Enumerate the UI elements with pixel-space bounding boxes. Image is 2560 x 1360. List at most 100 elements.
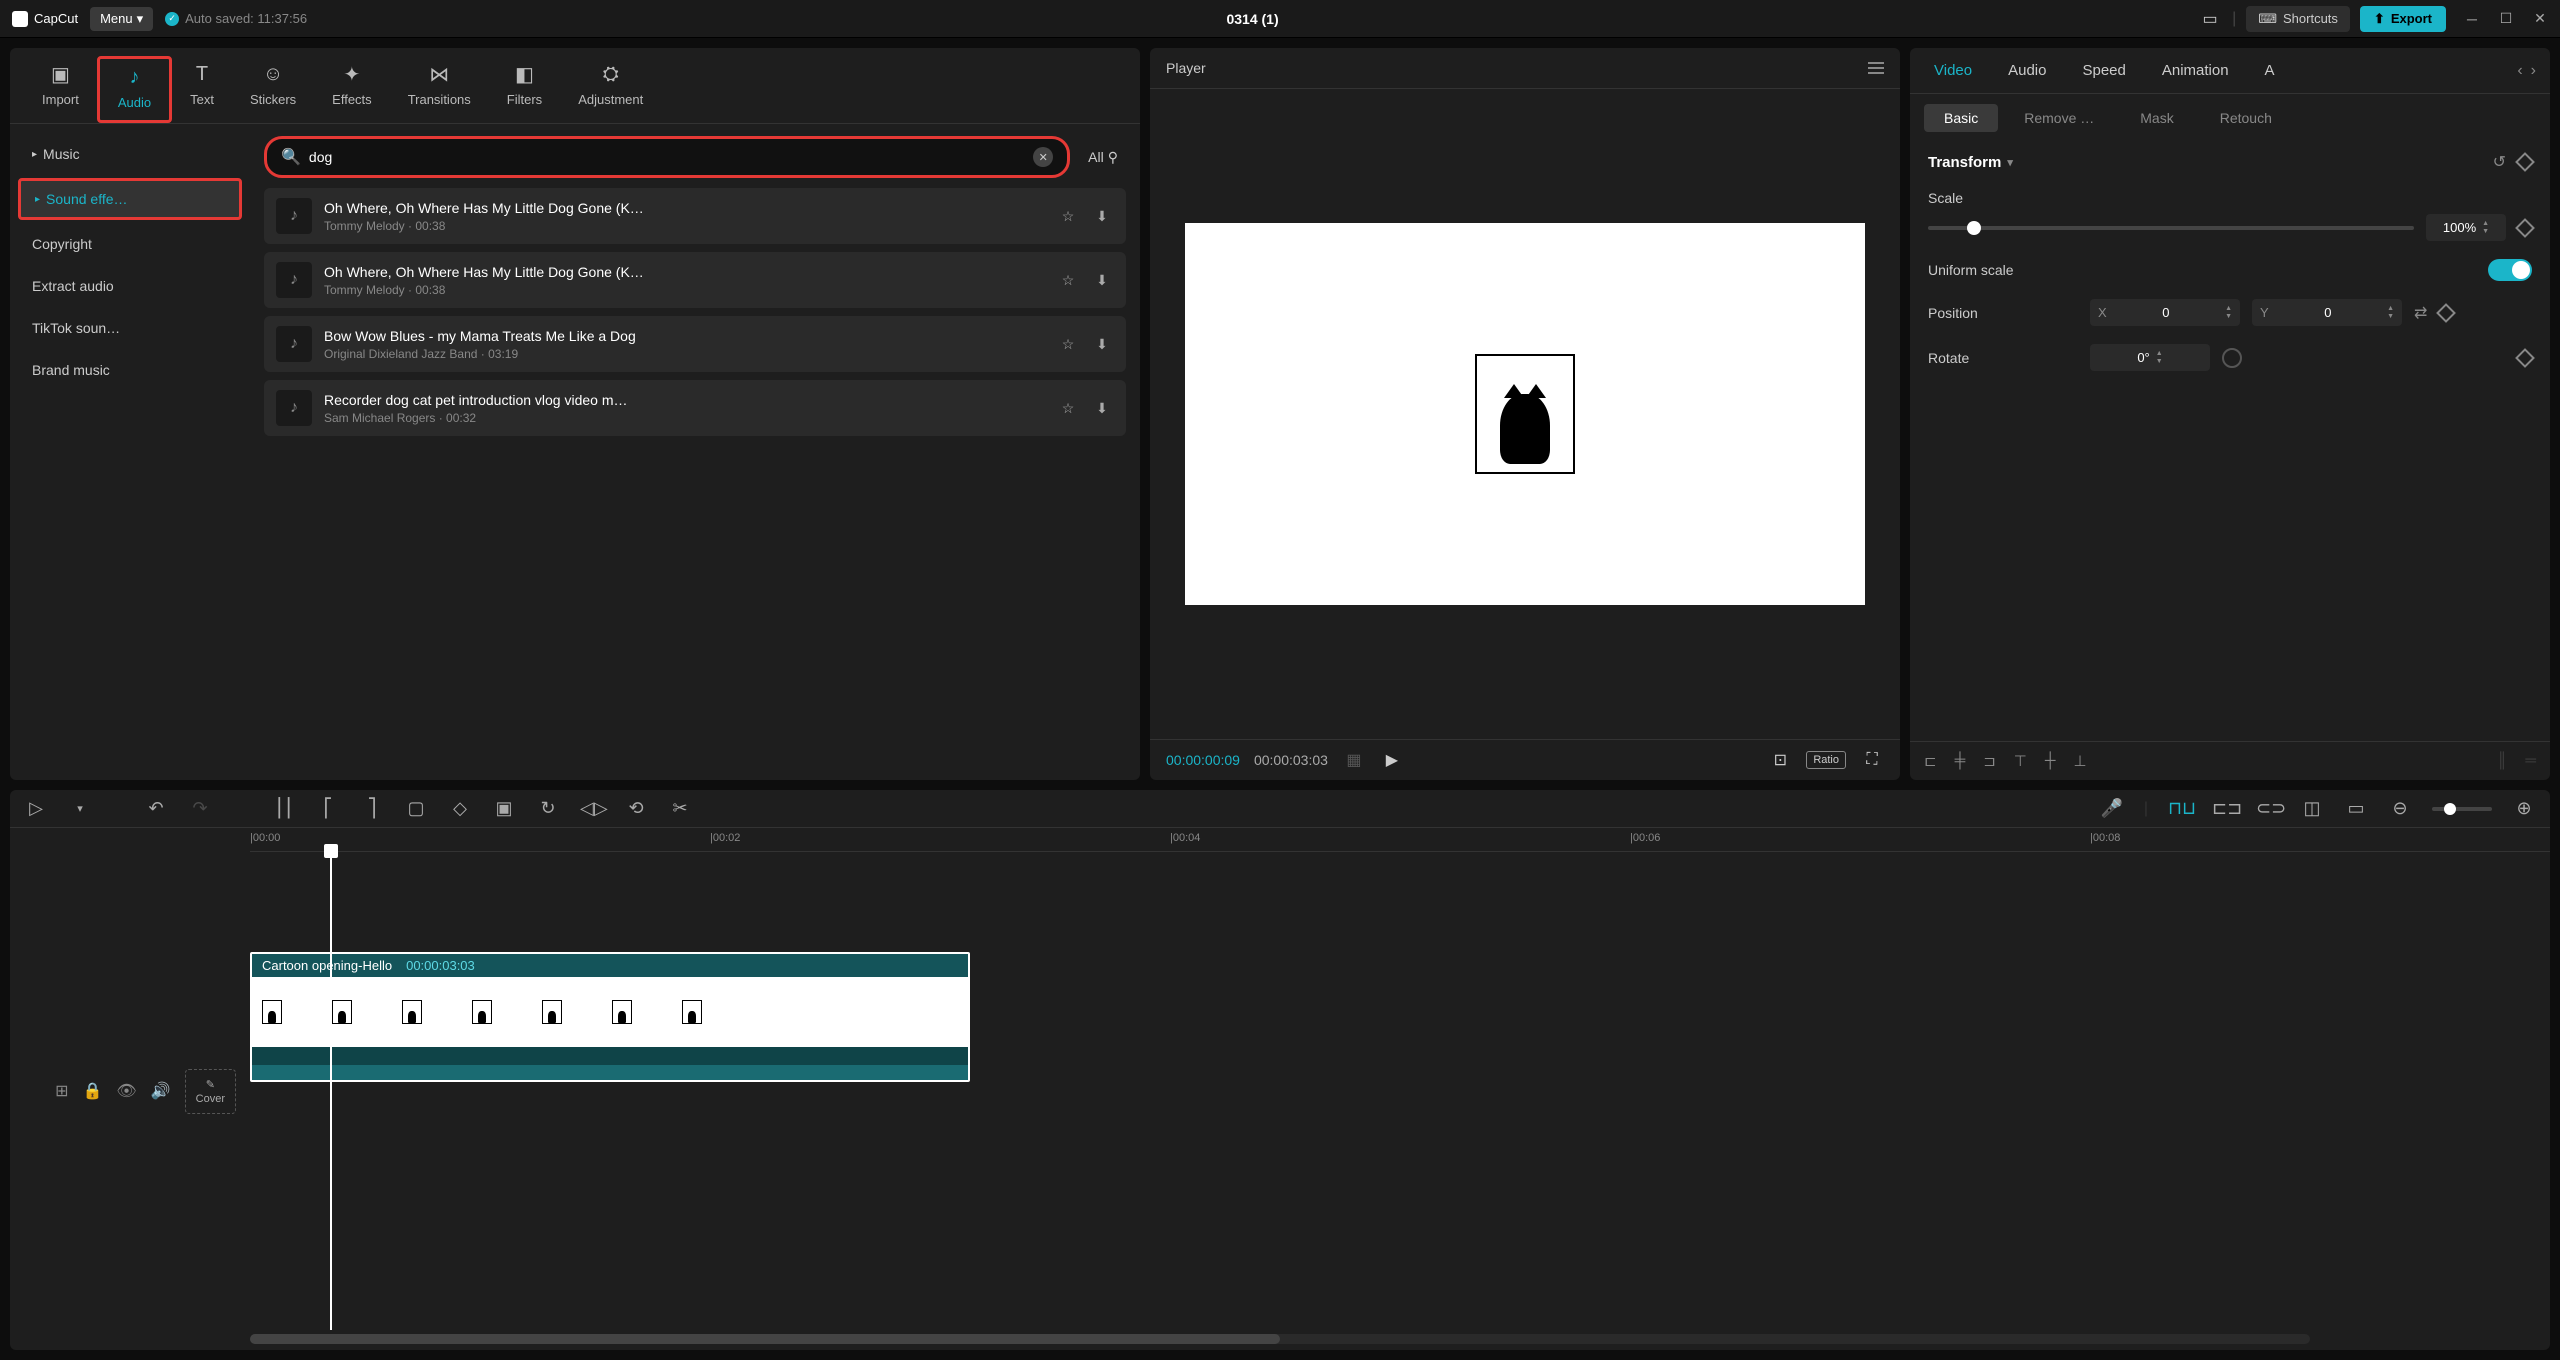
- sidebar-item-tiktok-sounds[interactable]: TikTok soun…: [18, 310, 242, 346]
- minimize-button[interactable]: ─: [2464, 11, 2480, 27]
- undo-button[interactable]: ↶: [144, 798, 168, 819]
- delete-tool[interactable]: ▢: [404, 798, 428, 819]
- tab-transitions[interactable]: ⋈Transitions: [390, 56, 489, 123]
- align-center-v-icon[interactable]: ┼: [2045, 752, 2056, 770]
- playhead[interactable]: [330, 852, 332, 1330]
- split-tool[interactable]: ⎮⎮: [272, 798, 296, 819]
- timeline-scrollbar[interactable]: [250, 1334, 2310, 1344]
- inspector-tab-animation[interactable]: Animation: [2144, 48, 2247, 93]
- inspector-tab-video[interactable]: Video: [1916, 48, 1990, 93]
- cover-button[interactable]: ✎ Cover: [185, 1069, 236, 1114]
- subtab-basic[interactable]: Basic: [1924, 104, 1998, 132]
- download-button[interactable]: ⬇: [1090, 268, 1114, 292]
- rotate-input[interactable]: 0°▲▼: [2090, 344, 2210, 371]
- crop-tool-2[interactable]: ✂: [668, 798, 692, 819]
- ratio-button[interactable]: Ratio: [1806, 751, 1846, 769]
- scale-value[interactable]: 100%▲▼: [2426, 214, 2506, 241]
- scan-icon[interactable]: ⊡: [1768, 750, 1792, 770]
- cursor-tool[interactable]: ▷: [24, 798, 48, 819]
- align-left-icon[interactable]: ⊏: [1924, 752, 1937, 770]
- download-button[interactable]: ⬇: [1090, 396, 1114, 420]
- video-clip[interactable]: Cartoon opening-Hello 00:00:03:03: [250, 952, 970, 1082]
- sidebar-item-sound-effects[interactable]: ▸Sound effe…: [18, 178, 242, 220]
- align-center-h-icon[interactable]: ╪: [1955, 752, 1966, 770]
- clear-search-button[interactable]: ✕: [1033, 147, 1053, 167]
- align-bottom-icon[interactable]: ⊥: [2074, 752, 2087, 770]
- magnet-tool[interactable]: ⊓⊔: [2168, 798, 2192, 819]
- rotate-tool[interactable]: ⟲: [624, 798, 648, 819]
- favorite-button[interactable]: ☆: [1056, 396, 1080, 420]
- search-box[interactable]: 🔍 ✕: [264, 136, 1070, 178]
- sidebar-item-music[interactable]: ▸Music: [18, 136, 242, 172]
- tab-effects[interactable]: ✦Effects: [314, 56, 390, 123]
- timeline-ruler[interactable]: |00:00 |00:02 |00:04 |00:06 |00:08: [250, 828, 2550, 852]
- link-tool[interactable]: ⊏⊐: [2212, 798, 2236, 819]
- fullscreen-button[interactable]: ⛶: [1860, 751, 1884, 769]
- speaker-icon[interactable]: 🔊: [151, 1081, 171, 1101]
- tab-filters[interactable]: ◧Filters: [489, 56, 560, 123]
- zoom-in-button[interactable]: ⊕: [2512, 798, 2536, 819]
- eye-icon[interactable]: 👁: [116, 1081, 136, 1101]
- position-x-input[interactable]: X 0 ▲▼: [2090, 299, 2240, 326]
- align-right-icon[interactable]: ⊐: [1983, 752, 1996, 770]
- crop-tool[interactable]: ◇: [448, 798, 472, 819]
- position-y-input[interactable]: Y 0 ▲▼: [2252, 299, 2402, 326]
- keyframe-icon[interactable]: [2515, 152, 2535, 172]
- mic-button[interactable]: 🎤: [2100, 798, 2124, 819]
- tab-import[interactable]: ▣Import: [24, 56, 97, 123]
- freeze-tool[interactable]: ▣: [492, 798, 516, 819]
- redo-button[interactable]: ↷: [188, 798, 212, 819]
- rotate-dial-icon[interactable]: [2222, 348, 2242, 368]
- reset-icon[interactable]: ↺: [2493, 152, 2506, 172]
- preview-tool[interactable]: ◫: [2300, 798, 2324, 819]
- sidebar-item-brand-music[interactable]: Brand music: [18, 352, 242, 388]
- export-button[interactable]: ⬆ Export: [2360, 6, 2446, 32]
- chevron-left-icon[interactable]: ‹: [2517, 62, 2522, 80]
- sidebar-item-copyright[interactable]: Copyright: [18, 226, 242, 262]
- tab-text[interactable]: TText: [172, 56, 232, 123]
- close-button[interactable]: ✕: [2532, 11, 2548, 27]
- result-item[interactable]: ♪ Oh Where, Oh Where Has My Little Dog G…: [264, 252, 1126, 308]
- uniform-scale-toggle[interactable]: [2488, 259, 2532, 281]
- scale-slider[interactable]: [1928, 226, 2414, 230]
- inspector-tab-more[interactable]: A: [2247, 48, 2293, 93]
- chevron-down-icon[interactable]: ▾: [2007, 156, 2013, 169]
- filter-button[interactable]: All ⚲: [1080, 149, 1126, 166]
- trim-right-tool[interactable]: ⎤: [360, 798, 384, 819]
- lock-icon[interactable]: 🔒: [83, 1081, 103, 1101]
- distribute-v-icon[interactable]: ═: [2525, 752, 2536, 770]
- distribute-h-icon[interactable]: ║: [2497, 752, 2508, 770]
- play-button[interactable]: ▶: [1380, 750, 1404, 770]
- keyframe-icon[interactable]: [2437, 303, 2457, 323]
- sidebar-item-extract-audio[interactable]: Extract audio: [18, 268, 242, 304]
- favorite-button[interactable]: ☆: [1056, 268, 1080, 292]
- keyframe-icon[interactable]: [2515, 218, 2535, 238]
- expand-icon[interactable]: ⊞: [55, 1081, 68, 1101]
- trim-left-tool[interactable]: ⎡: [316, 798, 340, 819]
- inspector-tab-speed[interactable]: Speed: [2064, 48, 2143, 93]
- layout-icon[interactable]: ▭: [2198, 9, 2222, 29]
- tab-stickers[interactable]: ☺Stickers: [232, 56, 314, 123]
- timeline-tracks[interactable]: Cartoon opening-Hello 00:00:03:03: [250, 852, 2550, 1330]
- player-viewport[interactable]: [1150, 89, 1900, 739]
- result-item[interactable]: ♪ Oh Where, Oh Where Has My Little Dog G…: [264, 188, 1126, 244]
- shortcuts-button[interactable]: ⌨ Shortcuts: [2246, 6, 2350, 32]
- align-top-icon[interactable]: ⊤: [2014, 752, 2027, 770]
- maximize-button[interactable]: ☐: [2498, 11, 2514, 27]
- dropdown-icon[interactable]: ▾: [68, 802, 92, 815]
- reverse-tool[interactable]: ↻: [536, 798, 560, 819]
- favorite-button[interactable]: ☆: [1056, 332, 1080, 356]
- zoom-slider[interactable]: [2432, 807, 2492, 811]
- result-item[interactable]: ♪ Bow Wow Blues - my Mama Treats Me Like…: [264, 316, 1126, 372]
- tab-audio[interactable]: ♪Audio: [97, 56, 172, 123]
- subtab-mask[interactable]: Mask: [2120, 104, 2193, 132]
- player-menu-button[interactable]: [1868, 62, 1884, 74]
- favorite-button[interactable]: ☆: [1056, 204, 1080, 228]
- mirror-tool[interactable]: ◁▷: [580, 798, 604, 819]
- marker-tool[interactable]: ▭: [2344, 798, 2368, 819]
- zoom-out-button[interactable]: ⊖: [2388, 798, 2412, 819]
- download-button[interactable]: ⬇: [1090, 204, 1114, 228]
- tab-adjustment[interactable]: ⛭Adjustment: [560, 56, 661, 123]
- chevron-right-icon[interactable]: ›: [2531, 62, 2536, 80]
- inspector-tab-audio[interactable]: Audio: [1990, 48, 2064, 93]
